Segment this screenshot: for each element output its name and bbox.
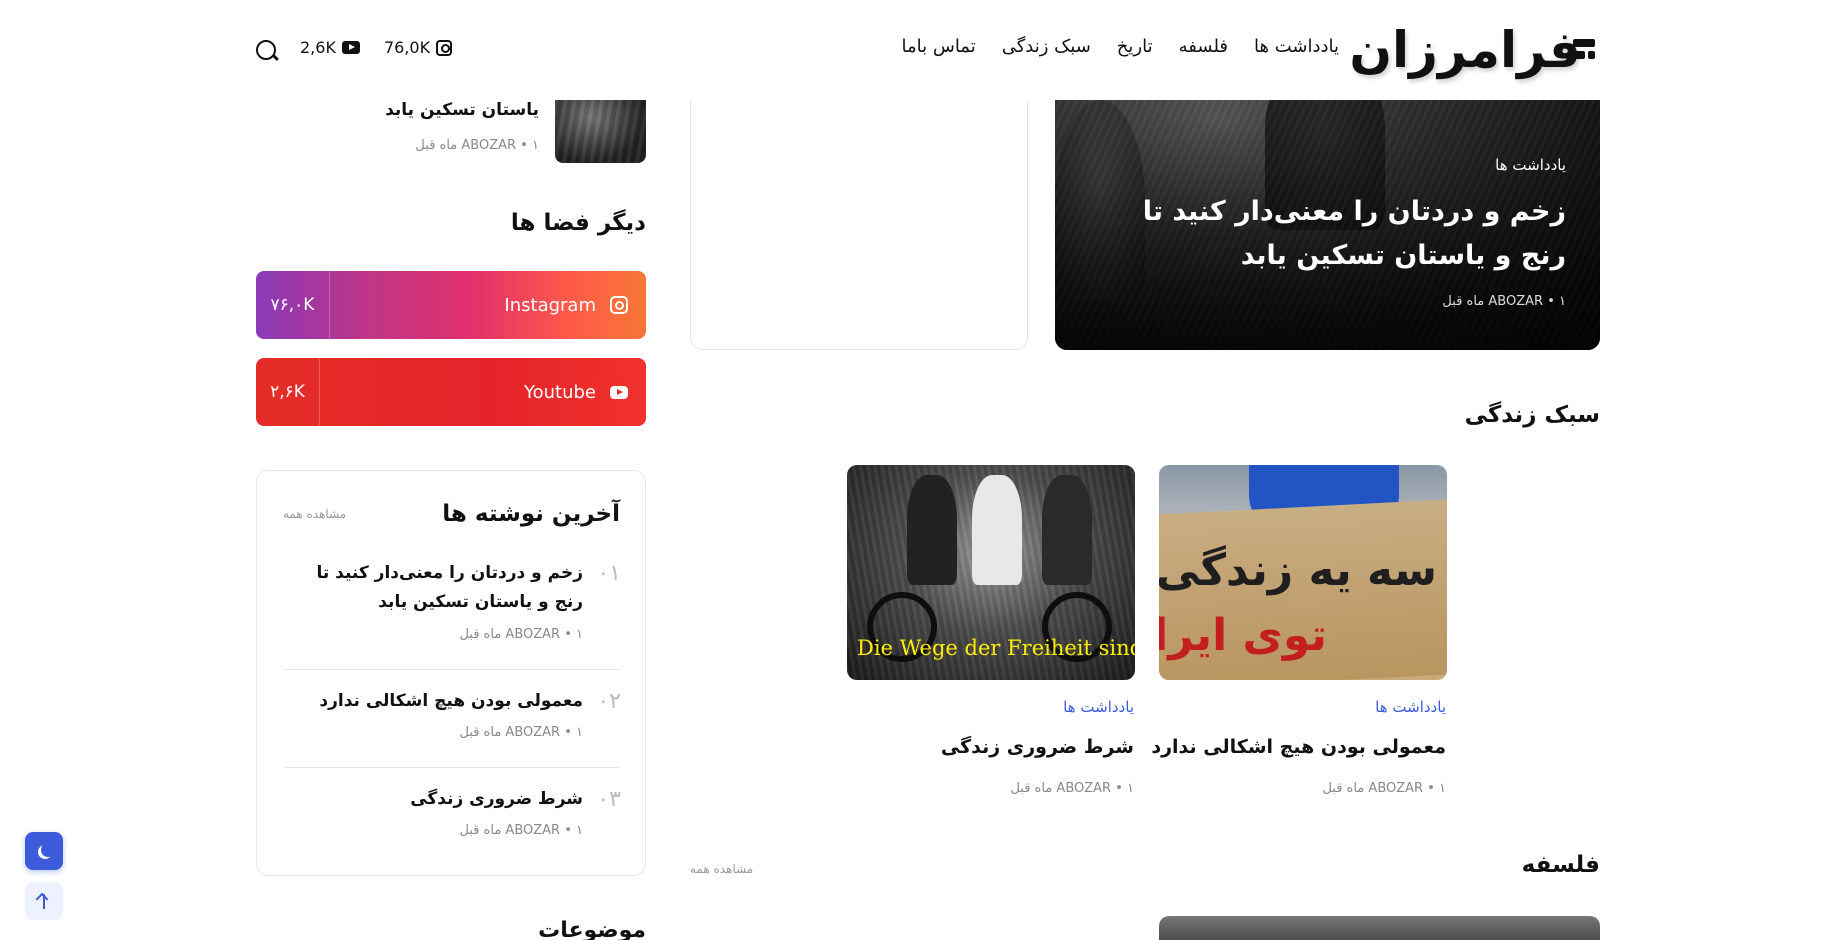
nav-item-history[interactable]: تاریخ — [1117, 36, 1153, 57]
image-person — [907, 475, 957, 585]
site-header: فرامرزان یادداشت ها فلسفه تاریخ سبک زندگ… — [0, 0, 1847, 100]
sidebar-post-title[interactable]: یاستان تسکین یابد — [385, 100, 539, 120]
view-all-link[interactable]: مشاهده همه — [690, 862, 753, 876]
item-meta: ABOZAR • ۱ ماه قبل — [459, 725, 583, 740]
sidebar-post-thumbnail[interactable] — [555, 97, 646, 163]
instagram-icon — [610, 296, 628, 314]
item-title[interactable]: زخم و دردتان را معنی‌دار کنید تا رنج و ی… — [303, 559, 583, 617]
header-social-counts: 2,6K 76,0K — [300, 38, 453, 57]
hero-title[interactable]: زخم و دردتان را معنی‌دار کنید تا رنج و ی… — [1096, 190, 1566, 278]
philosophy-heading: فلسفه — [1521, 852, 1600, 878]
list-item[interactable]: ۰۳ شرط ضروری زندگی ABOZAR • ۱ ماه قبل — [283, 785, 621, 845]
instagram-social-box[interactable]: ۷۶,۰K Instagram — [256, 271, 646, 339]
list-item[interactable]: ۰۲ معمولی بودن هیچ اشکالی ندارد ABOZAR •… — [283, 687, 621, 747]
youtube-icon — [610, 385, 628, 399]
post-author[interactable]: ABOZAR — [461, 138, 516, 153]
latest-posts-heading: آخرین نوشته ها — [442, 501, 620, 527]
post-author[interactable]: ABOZAR — [1488, 294, 1543, 309]
search-icon[interactable] — [256, 40, 276, 60]
dark-mode-toggle-moon-icon[interactable] — [25, 832, 63, 870]
item-number: ۰۲ — [597, 689, 621, 714]
item-title[interactable]: معمولی بودن هیچ اشکالی ندارد — [303, 687, 583, 716]
divider — [283, 669, 621, 670]
scroll-to-top-arrow-icon[interactable] — [25, 882, 63, 920]
instagram-label: Instagram — [504, 294, 596, 316]
image-sign-text: توی ایران — [1159, 610, 1327, 661]
header-youtube-link[interactable]: 2,6K — [300, 38, 360, 57]
youtube-subscribers: ۲,۶K — [256, 358, 320, 426]
item-meta: ABOZAR • ۱ ماه قبل — [459, 823, 583, 838]
instagram-count: 76,0K — [383, 38, 431, 57]
post-meta: ABOZAR • ۱ ماه قبل — [1010, 781, 1134, 796]
view-all-link[interactable]: مشاهده همه — [283, 507, 346, 521]
hero-post-card[interactable]: یادداشت ها زخم و دردتان را معنی‌دار کنید… — [1055, 60, 1600, 350]
item-meta: ABOZAR • ۱ ماه قبل — [459, 627, 583, 642]
list-item[interactable]: ۰۱ زخم و دردتان را معنی‌دار کنید تا رنج … — [283, 559, 621, 649]
hero-category[interactable]: یادداشت ها — [1495, 156, 1566, 174]
post-thumbnail[interactable]: سه یه زندگی معمول توی ایران — [1159, 465, 1447, 680]
instagram-followers: ۷۶,۰K — [256, 271, 330, 339]
site-logo[interactable]: فرامرزان — [1349, 20, 1595, 80]
item-number: ۰۱ — [597, 561, 621, 586]
other-spaces-heading: دیگر فضا ها — [510, 210, 646, 236]
image-person — [972, 475, 1022, 585]
youtube-label: Youtube — [524, 381, 596, 403]
nav-item-lifestyle[interactable]: سبک زندگی — [1002, 36, 1091, 57]
lifestyle-heading: سبک زندگی — [1464, 402, 1600, 428]
instagram-icon — [436, 39, 453, 56]
image-person — [1042, 475, 1092, 585]
image-caption: Die Wege der Freiheit sind noch immer ni… — [857, 636, 1135, 660]
main-nav: یادداشت ها فلسفه تاریخ سبک زندگی تماس با… — [902, 36, 1340, 57]
post-category[interactable]: یادداشت ها — [1375, 698, 1446, 716]
post-category[interactable]: یادداشت ها — [1063, 698, 1134, 716]
latest-posts-widget: آخرین نوشته ها مشاهده همه ۰۱ زخم و دردتا… — [256, 470, 646, 876]
post-title[interactable]: معمولی بودن هیچ اشکالی ندارد — [1151, 736, 1446, 758]
youtube-social-box[interactable]: ۲,۶K Youtube — [256, 358, 646, 426]
post-thumbnail[interactable]: Die Wege der Freiheit sind noch immer ni… — [847, 465, 1135, 680]
post-author[interactable]: ABOZAR — [505, 627, 560, 642]
image-sign-text: سه یه زندگی معمول — [1159, 545, 1437, 596]
nav-item-notes[interactable]: یادداشت ها — [1254, 36, 1339, 57]
post-author[interactable]: ABOZAR — [1056, 781, 1111, 796]
post-meta: ABOZAR • ۱ ماه قبل — [1322, 781, 1446, 796]
item-number: ۰۳ — [597, 787, 621, 812]
post-thumbnail[interactable] — [1159, 916, 1600, 940]
youtube-icon — [341, 41, 360, 54]
topics-heading: موضوعات — [538, 918, 646, 940]
sidebar-post-meta: ABOZAR • ۱ ماه قبل — [415, 138, 539, 153]
header-instagram-link[interactable]: 76,0K — [383, 38, 453, 57]
youtube-count: 2,6K — [300, 38, 336, 57]
logo-text: فرامرزان — [1349, 21, 1582, 79]
divider — [283, 767, 621, 768]
nav-item-contact[interactable]: تماس باما — [902, 36, 976, 57]
post-title[interactable]: شرط ضروری زندگی — [941, 736, 1134, 758]
hero-meta: ABOZAR • ۱ ماه قبل — [1442, 294, 1566, 309]
post-author[interactable]: ABOZAR — [505, 725, 560, 740]
nav-item-philosophy[interactable]: فلسفه — [1179, 36, 1228, 57]
item-title[interactable]: شرط ضروری زندگی — [303, 785, 583, 814]
post-author[interactable]: ABOZAR — [1368, 781, 1423, 796]
post-author[interactable]: ABOZAR — [505, 823, 560, 838]
empty-card — [690, 70, 1028, 350]
